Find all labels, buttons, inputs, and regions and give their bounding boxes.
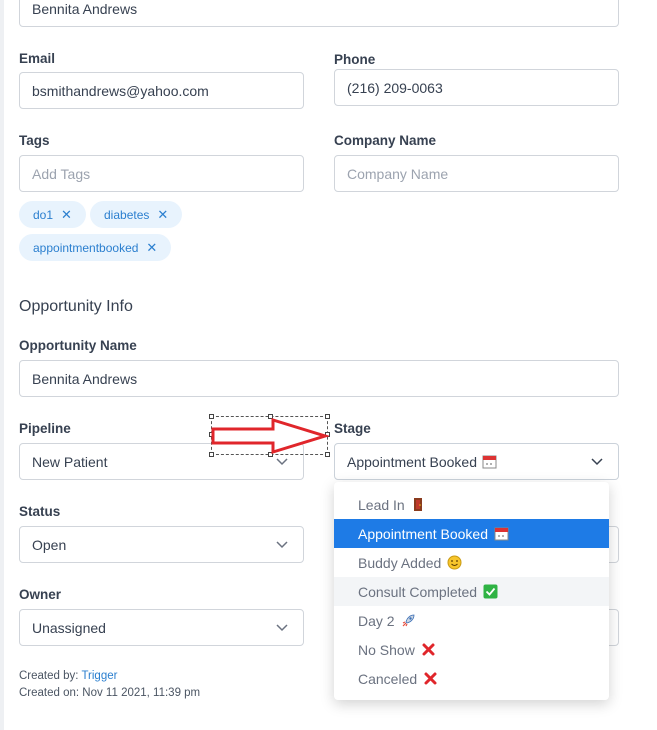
company-label: Company Name <box>334 133 437 148</box>
created-by-link[interactable]: Trigger <box>81 670 117 682</box>
stage-label: Stage <box>334 421 371 436</box>
created-by: Created by: Trigger <box>19 670 117 682</box>
stage-option-canceled[interactable]: Canceled <box>334 664 609 693</box>
contact-name-input[interactable]: Bennita Andrews <box>19 0 619 27</box>
pipeline-label: Pipeline <box>19 421 71 436</box>
phone-input[interactable]: (216) 209-0063 <box>334 69 619 106</box>
section-title-opportunity: Opportunity Info <box>19 298 133 315</box>
opportunity-name-label: Opportunity Name <box>19 338 137 353</box>
smiley-icon <box>447 555 462 570</box>
created-on: Created on: Nov 11 2021, 11:39 pm <box>19 687 201 699</box>
tag-chip: appointmentbooked ✕ <box>19 234 172 261</box>
status-label: Status <box>19 504 61 519</box>
pipeline-value: New Patient <box>32 453 108 470</box>
status-select[interactable]: Open <box>19 526 304 563</box>
opportunity-name-input[interactable]: Bennita Andrews <box>19 360 619 397</box>
calendar-icon <box>494 526 509 541</box>
chevron-down-icon <box>591 458 603 466</box>
tag-label: appointmentbooked <box>33 240 139 255</box>
owner-value: Unassigned <box>32 619 106 636</box>
rocket-icon <box>401 613 416 628</box>
stage-dropdown: Lead In Appointment Booked Buddy Added C… <box>334 482 609 700</box>
chevron-down-icon <box>276 541 288 549</box>
option-label: Canceled <box>358 670 418 687</box>
chevron-down-icon <box>276 624 288 632</box>
owner-label: Owner <box>19 587 62 602</box>
tag-chip: diabetes ✕ <box>90 201 183 228</box>
email-input[interactable]: bsmithandrews@yahoo.com <box>19 72 304 109</box>
phone-label: Phone <box>334 52 376 67</box>
stage-option-buddy-added[interactable]: Buddy Added <box>334 548 609 577</box>
red-arrow-icon <box>211 417 329 455</box>
door-icon <box>411 497 426 512</box>
option-label: Day 2 <box>358 612 395 629</box>
left-border <box>0 0 4 730</box>
option-label: Appointment Booked <box>358 525 488 542</box>
email-label: Email <box>19 51 56 66</box>
stage-value: Appointment Booked <box>347 453 477 470</box>
option-label: Consult Completed <box>358 583 478 600</box>
tag-label: diabetes <box>104 207 150 222</box>
status-value: Open <box>32 536 67 553</box>
tags-input[interactable]: Add Tags <box>19 155 304 192</box>
stage-option-no-show[interactable]: No Show <box>334 635 609 664</box>
created-by-label: Created by: <box>19 670 79 682</box>
close-icon[interactable]: ✕ <box>61 207 72 223</box>
stage-select[interactable]: Appointment Booked <box>334 443 619 480</box>
chevron-down-icon <box>276 458 288 466</box>
close-icon[interactable]: ✕ <box>146 240 157 256</box>
calendar-icon <box>482 454 497 469</box>
stage-option-appointment-booked[interactable]: Appointment Booked <box>334 519 609 548</box>
stage-option-day-2[interactable]: Day 2 <box>334 606 609 635</box>
tags-label: Tags <box>19 133 50 148</box>
tag-label: do1 <box>33 207 54 222</box>
option-label: No Show <box>358 641 415 658</box>
company-input[interactable]: Company Name <box>334 155 619 192</box>
cross-mark-icon <box>421 642 436 657</box>
option-label: Lead In <box>358 496 405 513</box>
tag-chip: do1 ✕ <box>19 201 86 228</box>
owner-select[interactable]: Unassigned <box>19 609 304 646</box>
option-label: Buddy Added <box>358 554 442 571</box>
stage-option-consult-completed[interactable]: Consult Completed <box>334 577 609 606</box>
close-icon[interactable]: ✕ <box>157 207 168 223</box>
stage-option-lead-in[interactable]: Lead In <box>334 490 609 519</box>
check-mark-icon <box>483 584 498 599</box>
cross-mark-icon <box>423 671 438 686</box>
